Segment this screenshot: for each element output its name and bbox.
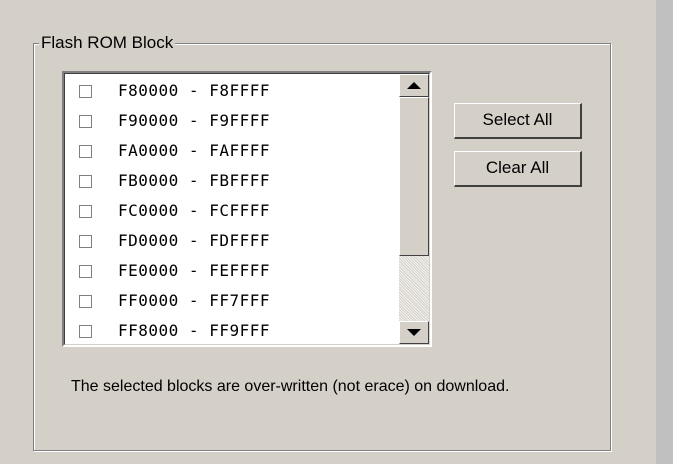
list-item[interactable]: FB0000 - FBFFFF xyxy=(65,168,398,198)
select-all-button[interactable]: Select All xyxy=(454,103,582,139)
block-range-label: FB0000 - FBFFFF xyxy=(118,171,270,190)
block-range-label: FA0000 - FAFFFF xyxy=(118,141,270,160)
block-checkbox[interactable] xyxy=(79,175,92,188)
block-range-label: F90000 - F9FFFF xyxy=(118,111,270,130)
list-item[interactable]: FE0000 - FEFFFF xyxy=(65,258,398,288)
download-note: The selected blocks are over-written (no… xyxy=(71,378,510,395)
block-checkbox[interactable] xyxy=(79,205,92,218)
block-checkbox[interactable] xyxy=(79,295,92,308)
group-title: Flash ROM Block xyxy=(39,33,176,53)
list-item[interactable]: F90000 - F9FFFF xyxy=(65,108,398,138)
window-edge xyxy=(656,0,673,464)
block-checkbox[interactable] xyxy=(79,325,92,338)
clear-all-button[interactable]: Clear All xyxy=(454,151,582,187)
block-range-label: F80000 - F8FFFF xyxy=(118,81,270,100)
flash-block-listbox[interactable]: F80000 - F8FFFF F90000 - F9FFFF FA0000 -… xyxy=(62,71,432,347)
block-range-label: FE0000 - FEFFFF xyxy=(118,261,270,280)
scroll-down-button[interactable] xyxy=(399,321,429,344)
block-range-label: FD0000 - FDFFFF xyxy=(118,231,270,250)
vertical-scrollbar[interactable] xyxy=(399,74,429,345)
list-item[interactable]: FF0000 - FF7FFF xyxy=(65,288,398,318)
list-item[interactable]: FC0000 - FCFFFF xyxy=(65,198,398,228)
block-range-label: FF8000 - FF9FFF xyxy=(118,321,270,340)
list-item[interactable]: FF8000 - FF9FFF xyxy=(65,318,398,345)
block-checkbox[interactable] xyxy=(79,115,92,128)
list-item[interactable]: FD0000 - FDFFFF xyxy=(65,228,398,258)
arrow-down-icon xyxy=(407,329,421,336)
block-checkbox[interactable] xyxy=(79,85,92,98)
block-list: F80000 - F8FFFF F90000 - F9FFFF FA0000 -… xyxy=(65,78,398,345)
block-checkbox[interactable] xyxy=(79,145,92,158)
scroll-up-button[interactable] xyxy=(399,74,429,97)
arrow-up-icon xyxy=(407,82,421,89)
block-checkbox[interactable] xyxy=(79,235,92,248)
block-range-label: FF0000 - FF7FFF xyxy=(118,291,270,310)
block-range-label: FC0000 - FCFFFF xyxy=(118,201,270,220)
list-item[interactable]: FA0000 - FAFFFF xyxy=(65,138,398,168)
list-item[interactable]: F80000 - F8FFFF xyxy=(65,78,398,108)
block-checkbox[interactable] xyxy=(79,265,92,278)
listbox-frame: F80000 - F8FFFF F90000 - F9FFFF FA0000 -… xyxy=(64,73,430,345)
scrollbar-thumb[interactable] xyxy=(399,97,429,256)
